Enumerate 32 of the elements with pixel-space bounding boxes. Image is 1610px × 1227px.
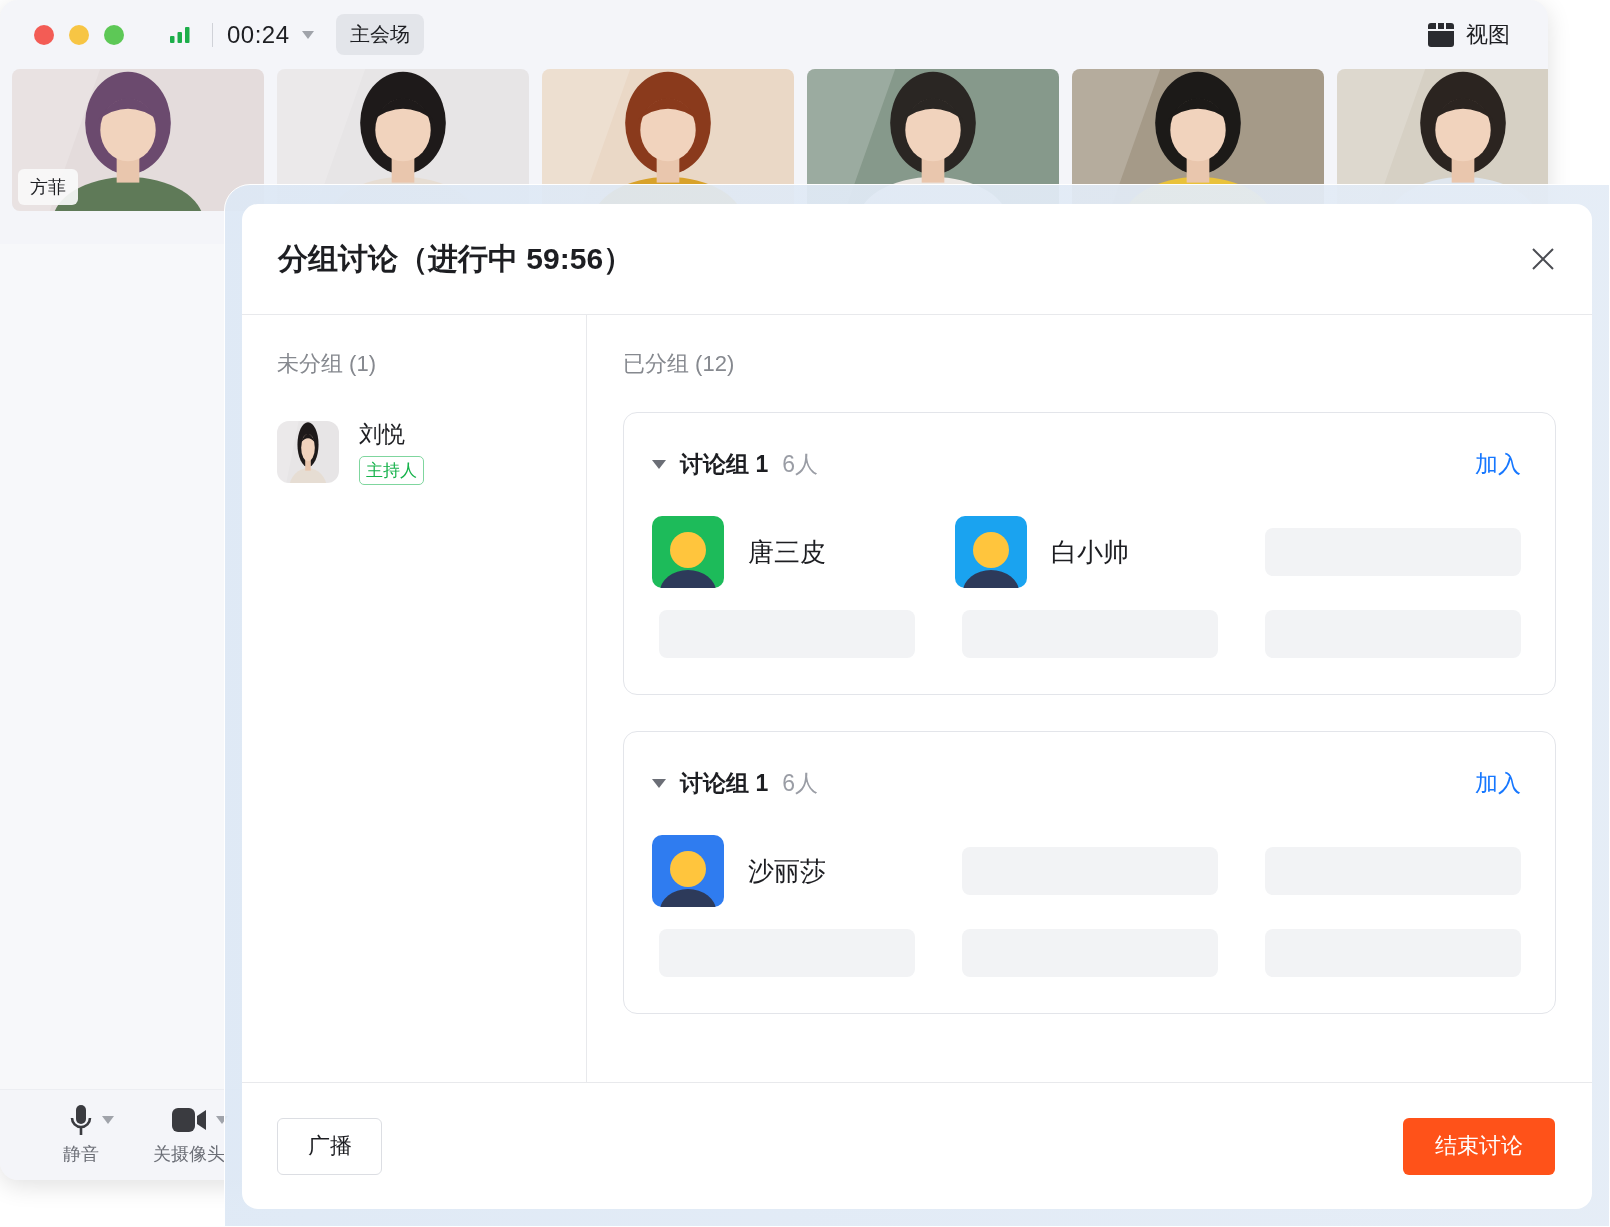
host-tag: 主持人 (359, 456, 424, 485)
broadcast-button[interactable]: 广播 (277, 1117, 382, 1175)
view-grid-icon (1428, 22, 1454, 47)
call-timer: 00:24 (227, 20, 290, 49)
mute-button[interactable]: 静音 (48, 1104, 114, 1166)
member-count: 6人 (782, 769, 818, 798)
member-count: 6人 (782, 450, 818, 479)
participant-name: 方菲 (18, 169, 78, 205)
venue-button[interactable]: 主会场 (335, 14, 424, 55)
member-name: 沙丽莎 (748, 854, 826, 888)
caret-icon (102, 1116, 114, 1124)
close-button[interactable] (1532, 248, 1554, 270)
member-name: 刘悦 (359, 420, 406, 449)
close-icon (1532, 248, 1554, 270)
camera-button[interactable]: 关摄像头 (150, 1104, 228, 1166)
view-button[interactable]: 视图 (1428, 19, 1510, 50)
member-name: 白小帅 (1051, 535, 1129, 569)
end-discussion-button[interactable]: 结束讨论 (1403, 1117, 1555, 1175)
signal-icon (170, 26, 190, 43)
section-heading: 未分组 (1) (277, 350, 377, 378)
expand-toggle[interactable] (652, 459, 666, 470)
caret-icon (301, 30, 314, 39)
video-camera-icon (172, 1108, 206, 1132)
group-name: 讨论组 1 (680, 450, 769, 479)
join-link[interactable]: 加入 (1475, 768, 1521, 799)
dialog-title: 分组讨论（进行中 59:56） (278, 240, 634, 277)
join-link[interactable]: 加入 (1475, 449, 1521, 480)
section-heading: 已分组 (12) (623, 350, 736, 378)
expand-toggle[interactable] (652, 778, 666, 789)
member-name: 唐三皮 (748, 535, 826, 569)
group-name: 讨论组 1 (680, 769, 769, 798)
microphone-icon (70, 1105, 92, 1135)
